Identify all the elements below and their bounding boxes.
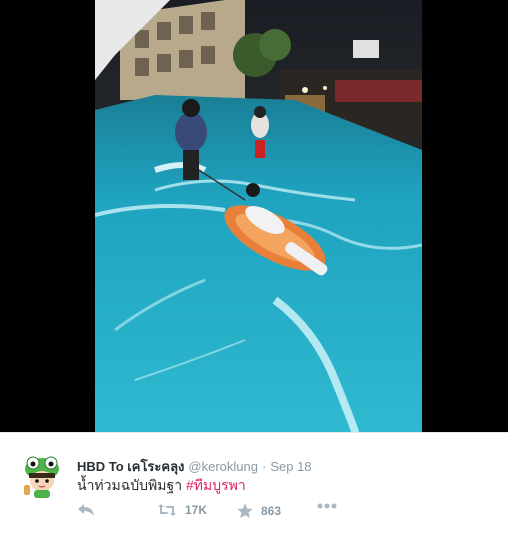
tweet-photo[interactable] [95, 0, 422, 432]
avatar[interactable] [20, 455, 64, 499]
flood-photo-image [95, 0, 422, 432]
favorite-button[interactable]: 863 [237, 503, 281, 519]
username[interactable]: @keroklung [188, 459, 258, 474]
timestamp[interactable]: Sep 18 [270, 459, 311, 474]
more-icon [317, 503, 337, 509]
frog-avatar-icon [24, 456, 59, 498]
more-button[interactable] [317, 503, 337, 509]
separator-dot: · [261, 459, 267, 474]
tweet-text: น้ำท่วมฉบับพิมฐา #ทีมบูรพา [77, 475, 246, 497]
reply-icon [78, 504, 94, 516]
retweet-icon [158, 504, 176, 516]
tweet-card: HBD To เคโระคลุง @keroklung · Sep 18 น้ำท่ว… [0, 432, 508, 541]
favorite-count: 863 [261, 504, 282, 518]
hashtag-link[interactable]: #ทีมบูรพา [186, 477, 246, 493]
favorite-icon [237, 503, 253, 518]
display-name[interactable]: HBD To เคโระคลุง [77, 459, 184, 474]
tweet-actions: 17K 863 [77, 503, 347, 521]
tweet-body: น้ำท่วมฉบับพิมฐา [77, 477, 183, 493]
reply-button[interactable] [77, 503, 95, 517]
tweet-header: HBD To เคโระคลุง @keroklung · Sep 18 [77, 456, 312, 477]
media-container[interactable] [0, 0, 508, 432]
retweet-button[interactable]: 17K [157, 503, 207, 517]
retweet-count: 17K [185, 503, 208, 517]
